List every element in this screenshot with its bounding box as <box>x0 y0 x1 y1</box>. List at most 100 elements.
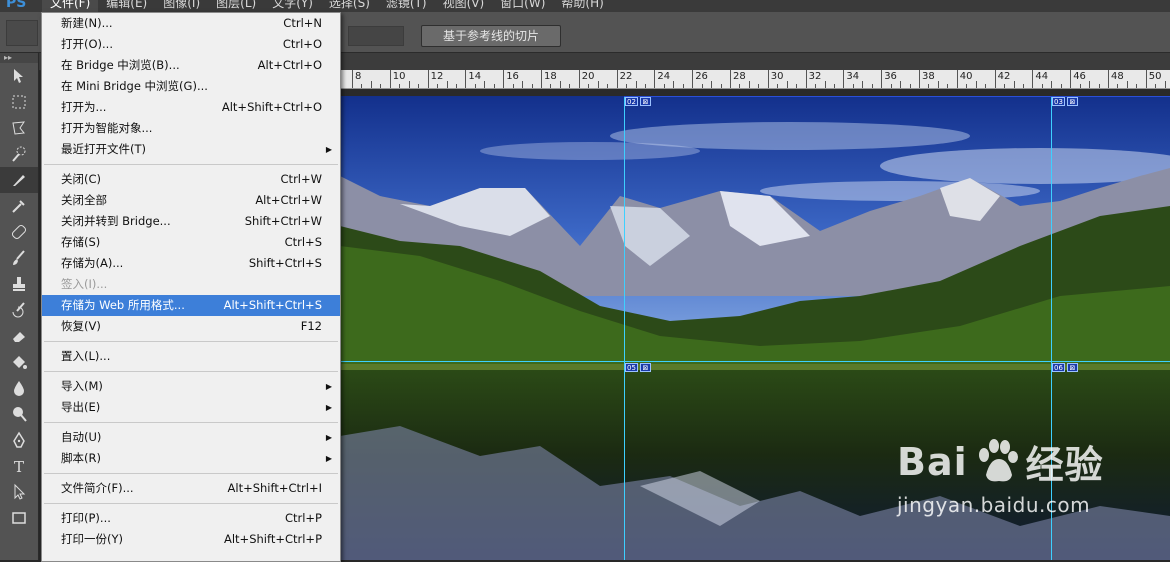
eyedropper-tool-icon[interactable] <box>0 193 38 219</box>
menu-item[interactable]: 自动(U) ▶ <box>42 427 340 448</box>
menu-item[interactable]: 新建(N)... Ctrl+N <box>42 13 340 34</box>
slice-from-guides-button[interactable]: 基于参考线的切片 <box>421 25 561 47</box>
ruler-minor-tick <box>361 84 363 88</box>
menu-item[interactable]: 导出(E) ▶ <box>42 397 340 418</box>
menu-image[interactable]: 图像(I) <box>155 0 208 12</box>
menu-item-label: 置入(L)... <box>61 349 111 363</box>
ruler-tick <box>1032 70 1034 88</box>
ruler-tick <box>994 70 996 88</box>
menu-item-shortcut: Alt+Shift+Ctrl+S <box>223 298 322 312</box>
file-menu-dropdown: 新建(N)... Ctrl+N 打开(O)... Ctrl+O 在 Bridge 中浏览… <box>41 12 341 562</box>
type-tool-icon[interactable]: T <box>0 453 38 479</box>
dodge-tool-icon[interactable] <box>0 401 38 427</box>
ruler-minor-tick <box>1089 81 1091 88</box>
menu-item[interactable]: 打印(P)... Ctrl+P <box>42 508 340 529</box>
move-tool-icon[interactable] <box>0 63 38 89</box>
menu-item-label: 存储为 Web 所用格式... <box>61 298 185 312</box>
ruler-minor-tick <box>1051 81 1053 88</box>
paint-bucket-tool-icon[interactable] <box>0 349 38 375</box>
pen-tool-icon[interactable] <box>0 427 38 453</box>
menu-item-label: 关闭全部 <box>61 193 107 207</box>
menu-separator <box>44 371 338 372</box>
brush-tool-icon[interactable] <box>0 245 38 271</box>
tool-preset-picker[interactable] <box>6 20 38 46</box>
ruler-minor-tick <box>928 84 930 88</box>
healing-brush-tool-icon[interactable] <box>0 219 38 245</box>
ruler-tick <box>427 70 429 88</box>
menu-item-shortcut: Ctrl+N <box>283 16 322 30</box>
slice-tool-icon[interactable] <box>0 167 38 193</box>
ruler-minor-tick <box>833 84 835 88</box>
menu-item[interactable]: 置入(L)... <box>42 346 340 367</box>
ruler-minor-tick <box>862 81 864 88</box>
menu-item[interactable]: 打开为... Alt+Shift+Ctrl+O <box>42 97 340 118</box>
ruler-tick <box>956 70 958 88</box>
menu-filter[interactable]: 滤镜(T) <box>378 0 435 12</box>
menu-item[interactable]: 存储为(A)... Shift+Ctrl+S <box>42 253 340 274</box>
vertical-guide-1[interactable] <box>624 96 625 560</box>
menu-item[interactable]: 脚本(R) ▶ <box>42 448 340 469</box>
ruler-label: 16 <box>506 71 519 82</box>
ruler-label: 46 <box>1073 71 1086 82</box>
ruler-minor-tick <box>474 84 476 88</box>
menu-type[interactable]: 文字(Y) <box>264 0 321 12</box>
ruler-label: 18 <box>544 71 557 82</box>
ruler-minor-tick <box>1126 81 1128 88</box>
ruler-tick <box>1108 70 1109 88</box>
ruler-label: 20 <box>581 71 595 82</box>
menu-item[interactable]: 关闭全部 Alt+Ctrl+W <box>42 190 340 211</box>
menu-select[interactable]: 选择(S) <box>321 0 378 12</box>
clone-stamp-tool-icon[interactable] <box>0 271 38 297</box>
menu-item-label: 脚本(R) <box>61 451 101 465</box>
menu-view[interactable]: 视图(V) <box>435 0 493 12</box>
blur-tool-icon[interactable] <box>0 375 38 401</box>
menu-item-label: 导入(M) <box>61 379 103 393</box>
rectangle-tool-icon[interactable] <box>0 505 38 531</box>
menu-item[interactable]: 文件简介(F)... Alt+Shift+Ctrl+I <box>42 478 340 499</box>
eraser-tool-icon[interactable] <box>0 323 38 349</box>
horizontal-guide[interactable] <box>340 361 1170 362</box>
menu-item[interactable]: 存储(S) Ctrl+S <box>42 232 340 253</box>
menu-window[interactable]: 窗口(W) <box>492 0 553 12</box>
ruler-minor-tick <box>1060 84 1062 88</box>
menu-item[interactable]: 打开为智能对象... <box>42 118 340 139</box>
slice-tag[interactable]: 03 ⊠ <box>1052 97 1078 106</box>
slice-tag[interactable]: 02 ⊠ <box>625 97 651 106</box>
slice-tag[interactable]: 05 ⊠ <box>625 363 651 372</box>
ruler-label: 50 <box>1148 71 1162 82</box>
ruler-minor-tick <box>399 84 401 88</box>
slice-icon: ⊠ <box>1066 363 1078 372</box>
menu-item[interactable]: 最近打开文件(T) ▶ <box>42 139 340 160</box>
menu-item-shortcut: Alt+Ctrl+W <box>255 193 322 207</box>
ruler-minor-tick <box>484 81 486 88</box>
panel-grip[interactable]: ▸▸ <box>0 53 38 63</box>
lasso-tool-icon[interactable] <box>0 115 38 141</box>
menu-item[interactable]: 关闭(C) Ctrl+W <box>42 169 340 190</box>
menu-help[interactable]: 帮助(H) <box>553 0 611 12</box>
menu-layer[interactable]: 图层(L) <box>208 0 264 12</box>
menu-item[interactable]: 存储为 Web 所用格式... Alt+Shift+Ctrl+S <box>42 295 340 316</box>
ruler-minor-tick <box>550 84 552 88</box>
ruler-minor-tick <box>777 84 779 88</box>
slice-tag[interactable]: 06 ⊠ <box>1052 363 1078 372</box>
options-field[interactable] <box>348 26 404 46</box>
ruler-tick <box>843 70 845 88</box>
menu-file[interactable]: 文件(F) <box>42 0 99 12</box>
ruler-tick <box>692 70 694 88</box>
menu-item[interactable]: 在 Bridge 中浏览(B)... Alt+Ctrl+O <box>42 55 340 76</box>
menu-item[interactable]: 导入(M) ▶ <box>42 376 340 397</box>
marquee-tool-icon[interactable] <box>0 89 38 115</box>
menu-item[interactable]: 恢复(V) F12 <box>42 316 340 337</box>
menu-item-shortcut: F12 <box>300 319 322 333</box>
menu-item[interactable]: 关闭并转到 Bridge... Shift+Ctrl+W <box>42 211 340 232</box>
menu-item[interactable]: 在 Mini Bridge 中浏览(G)... <box>42 76 340 97</box>
path-selection-tool-icon[interactable] <box>0 479 38 505</box>
history-brush-tool-icon[interactable] <box>0 297 38 323</box>
quick-selection-tool-icon[interactable] <box>0 141 38 167</box>
menu-item[interactable]: 打印一份(Y) Alt+Shift+Ctrl+P <box>42 529 340 550</box>
menu-edit[interactable]: 编辑(E) <box>98 0 155 12</box>
menu-separator <box>44 341 338 342</box>
menu-item-shortcut: Alt+Ctrl+O <box>257 58 322 72</box>
ruler-minor-tick <box>370 81 372 88</box>
menu-item[interactable]: 打开(O)... Ctrl+O <box>42 34 340 55</box>
